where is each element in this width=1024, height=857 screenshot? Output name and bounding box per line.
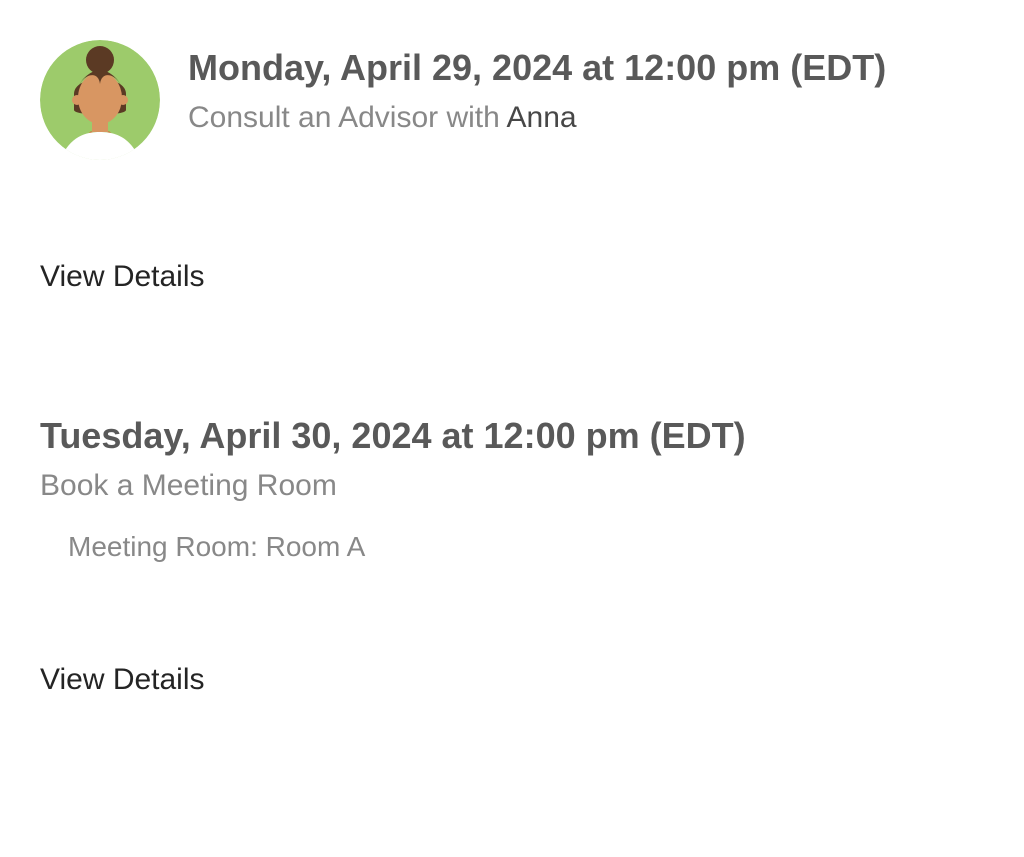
advisor-avatar: [40, 40, 160, 160]
appointment-subtitle: Consult an Advisor with Anna: [188, 101, 886, 135]
appointment-heading-block: Tuesday, April 30, 2024 at 12:00 pm (EDT…: [40, 414, 984, 563]
appointment-datetime: Monday, April 29, 2024 at 12:00 pm (EDT): [188, 46, 886, 89]
appointment-card: Tuesday, April 30, 2024 at 12:00 pm (EDT…: [40, 414, 984, 697]
appointment-datetime: Tuesday, April 30, 2024 at 12:00 pm (EDT…: [40, 414, 984, 457]
appointment-subtitle-prefix: Consult an Advisor with: [188, 101, 507, 134]
appointment-subtitle: Book a Meeting Room: [40, 469, 984, 503]
appointment-heading-block: Monday, April 29, 2024 at 12:00 pm (EDT)…: [188, 40, 886, 135]
view-details-button[interactable]: View Details: [40, 260, 205, 294]
appointment-header: Monday, April 29, 2024 at 12:00 pm (EDT)…: [40, 40, 984, 160]
appointment-header: Tuesday, April 30, 2024 at 12:00 pm (EDT…: [40, 414, 984, 563]
appointment-card: Monday, April 29, 2024 at 12:00 pm (EDT)…: [40, 40, 984, 294]
view-details-button[interactable]: View Details: [40, 663, 205, 697]
appointment-person: Anna: [507, 101, 577, 134]
appointment-meta: Meeting Room: Room A: [68, 531, 984, 563]
